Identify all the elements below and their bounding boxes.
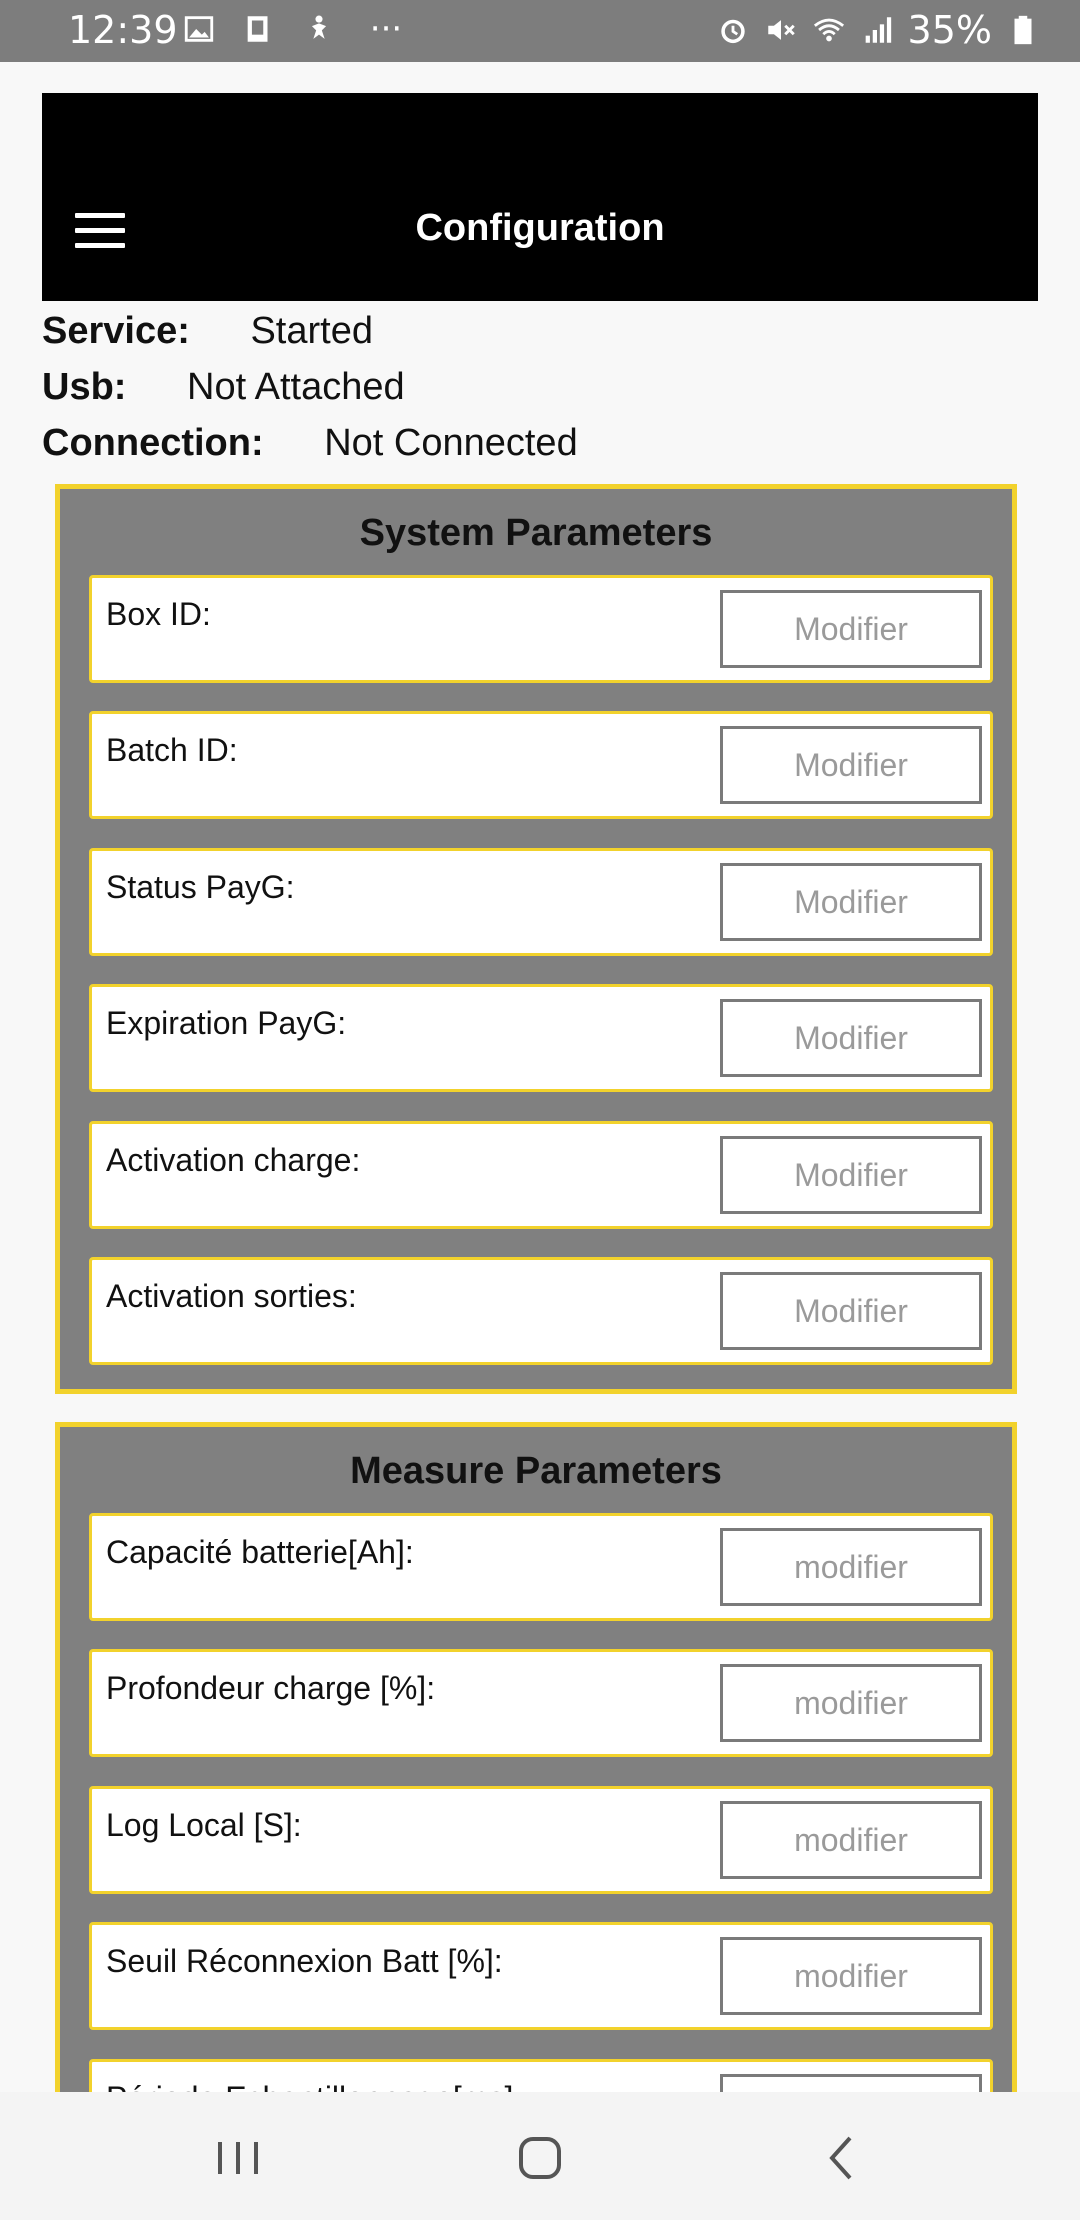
usb-status: Usb: Not Attached	[42, 366, 405, 409]
modify-batch-id-button[interactable]: Modifier	[720, 726, 982, 804]
param-label: Activation sorties:	[106, 1278, 357, 1314]
gallery-icon	[182, 12, 216, 46]
system-nav-bar	[0, 2092, 1080, 2220]
connection-label: Connection:	[42, 422, 264, 464]
param-row-profondeur-charge: Profondeur charge [%]: modifier	[89, 1649, 993, 1757]
system-icons: 35%	[716, 8, 1040, 52]
connection-status: Connection: Not Connected	[42, 422, 578, 465]
param-row-expiration-payg: Expiration PayG: Modifier	[89, 984, 993, 1092]
modify-seuil-reconnexion-button[interactable]: modifier	[720, 1937, 982, 2015]
modify-activation-sorties-button[interactable]: Modifier	[720, 1272, 982, 1350]
wifi-icon	[812, 13, 846, 47]
overflow-dots-icon: ···	[369, 9, 403, 49]
modify-activation-charge-button[interactable]: Modifier	[720, 1136, 982, 1214]
status-time: 12:39	[68, 8, 178, 52]
param-label: Expiration PayG:	[106, 1005, 347, 1041]
param-row-batch-id: Batch ID: Modifier	[89, 711, 993, 819]
param-label: Capacité batterie[Ah]:	[106, 1534, 414, 1570]
modify-status-payg-button[interactable]: Modifier	[720, 863, 982, 941]
param-row-box-id: Box ID: Modifier	[89, 575, 993, 683]
page-title: Configuration	[415, 207, 665, 249]
param-row-capacite-batterie: Capacité batterie[Ah]: modifier	[89, 1513, 993, 1621]
system-parameters-panel: System Parameters Box ID: Modifier Batch…	[55, 484, 1017, 1394]
param-row-status-payg: Status PayG: Modifier	[89, 848, 993, 956]
home-icon[interactable]	[510, 2128, 570, 2188]
accessibility-icon	[302, 12, 336, 46]
param-label: Batch ID:	[106, 732, 238, 768]
param-label: Log Local [S]:	[106, 1807, 302, 1843]
param-label: Seuil Réconnexion Batt [%]:	[106, 1943, 503, 1979]
usb-value: Not Attached	[187, 366, 405, 408]
measure-parameters-panel: Measure Parameters Capacité batterie[Ah]…	[55, 1422, 1017, 2167]
modify-expiration-payg-button[interactable]: Modifier	[720, 999, 982, 1077]
alarm-icon	[716, 13, 750, 47]
param-label: Box ID:	[106, 596, 211, 632]
service-status: Service: Started	[42, 310, 373, 353]
modify-capacite-batterie-button[interactable]: modifier	[720, 1528, 982, 1606]
recents-icon[interactable]	[208, 2128, 268, 2188]
back-icon[interactable]	[812, 2128, 872, 2188]
connection-value: Not Connected	[324, 422, 578, 464]
modify-log-local-button[interactable]: modifier	[720, 1801, 982, 1879]
status-bar: 12:39 ··· 35%	[0, 0, 1080, 62]
system-parameters-title: System Parameters	[359, 512, 713, 554]
service-label: Service:	[42, 310, 190, 352]
param-row-seuil-reconnexion: Seuil Réconnexion Batt [%]: modifier	[89, 1922, 993, 2030]
measure-parameters-title: Measure Parameters	[350, 1450, 722, 1492]
modify-profondeur-charge-button[interactable]: modifier	[720, 1664, 982, 1742]
service-value: Started	[250, 310, 373, 352]
param-row-log-local: Log Local [S]: modifier	[89, 1786, 993, 1894]
param-label: Status PayG:	[106, 869, 295, 905]
device-icon	[242, 12, 276, 46]
modify-box-id-button[interactable]: Modifier	[720, 590, 982, 668]
usb-label: Usb:	[42, 366, 127, 408]
signal-icon	[860, 13, 894, 47]
battery-percent: 35%	[907, 8, 992, 52]
param-row-activation-charge: Activation charge: Modifier	[89, 1121, 993, 1229]
battery-icon	[1006, 13, 1040, 47]
param-label: Profondeur charge [%]:	[106, 1670, 436, 1706]
app-bar: Configuration	[42, 93, 1038, 301]
mute-icon	[764, 13, 798, 47]
param-label: Activation charge:	[106, 1142, 361, 1178]
param-row-activation-sorties: Activation sorties: Modifier	[89, 1257, 993, 1365]
notification-icons: ···	[182, 9, 410, 49]
